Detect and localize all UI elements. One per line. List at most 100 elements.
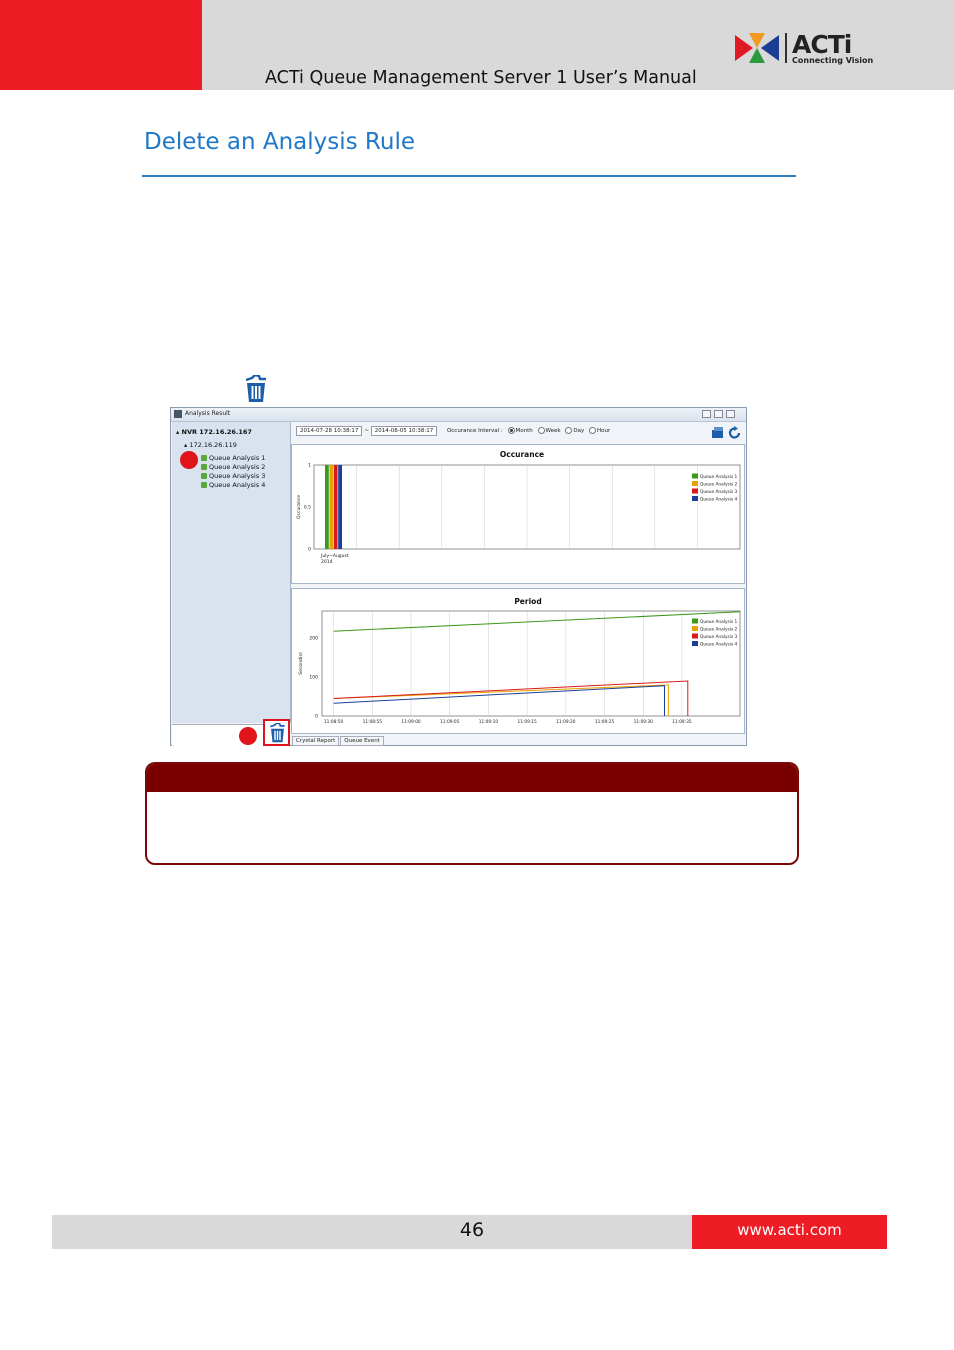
callout-marker — [239, 727, 257, 745]
y-tick-label: 1 — [308, 463, 311, 469]
tab-queue-event[interactable]: Queue Event — [340, 736, 384, 746]
bar — [329, 465, 334, 549]
check-icon — [201, 473, 207, 479]
logo-wordmark: ACTi — [792, 30, 852, 59]
x-tick-label: 11:09:35 — [672, 719, 692, 725]
interval-radio-week[interactable] — [537, 427, 545, 434]
legend-swatch — [692, 618, 698, 624]
tab-crystal-report[interactable]: Crystal Report — [292, 736, 340, 746]
bar — [325, 465, 329, 549]
query-toolbar: 2014-07-28 10:38:17 ~ 2014-08-05 10:38:17… — [296, 426, 610, 436]
interval-radio-month[interactable] — [507, 427, 515, 434]
interval-label-month: Month — [515, 428, 533, 434]
legend-swatch — [692, 641, 698, 646]
app-icon — [174, 410, 182, 418]
close-button[interactable] — [726, 410, 735, 418]
interval-radio-hour[interactable] — [588, 427, 596, 434]
trash-icon — [270, 723, 285, 743]
x-tick-label: 2014 — [321, 559, 333, 565]
occurance-chart: Occurance 0 0.5 1 Occurance July~August2014 Qu… — [291, 444, 745, 584]
x-tick-label: 11:09:10 — [479, 719, 499, 725]
tree-camera-label: 172.16.26.119 — [189, 441, 237, 449]
x-tick-label: 11:08:50 — [324, 719, 344, 725]
y-tick-label: 100 — [309, 675, 318, 681]
range-separator: ~ — [364, 428, 370, 434]
legend-label: Queue Analysis 1 — [700, 619, 738, 625]
header-red-block — [0, 0, 202, 90]
y-axis-label: Occurance — [296, 495, 302, 519]
x-tick-label: 11:09:05 — [440, 719, 460, 725]
export-icon[interactable] — [711, 426, 725, 439]
legend-label: Queue Analysis 1 — [700, 474, 738, 480]
bottom-tabs: Crystal Report Queue Event — [292, 736, 385, 746]
note-box — [145, 762, 799, 865]
section-rule — [142, 175, 796, 177]
chart-title: Period — [514, 597, 541, 606]
y-tick-label: 0 — [308, 547, 311, 553]
interval-radio-day[interactable] — [565, 427, 573, 434]
tree-rule[interactable]: Queue Analysis 1 — [201, 454, 265, 462]
section-title: Delete an Analysis Rule — [144, 129, 416, 155]
manual-title: ACTi Queue Management Server 1 User’s Ma… — [265, 68, 697, 88]
legend-swatch — [692, 488, 698, 494]
tree-rule[interactable]: Queue Analysis 4 — [201, 481, 265, 489]
tree-camera[interactable]: ▴ 172.16.26.119 — [184, 441, 237, 449]
legend-label: Queue Analysis 2 — [700, 627, 738, 633]
window-titlebar: Analysis Result — [171, 408, 746, 422]
acti-logo-icon — [735, 33, 779, 63]
x-tick-label: 11:09:30 — [634, 719, 654, 725]
y-tick-label: 200 — [309, 636, 318, 642]
legend-swatch — [692, 481, 698, 486]
website-link[interactable]: www.acti.com — [692, 1221, 887, 1239]
callout-marker — [180, 451, 198, 469]
tree-nvr[interactable]: ▴ NVR 172.16.26.167 — [176, 428, 252, 436]
legend-label: Queue Analysis 3 — [700, 634, 738, 640]
delete-button-highlight[interactable] — [263, 719, 290, 746]
legend-swatch — [692, 496, 698, 501]
legend-swatch — [692, 626, 698, 631]
x-tick-label: 11:09:00 — [401, 719, 421, 725]
legend-swatch — [692, 473, 698, 479]
rule-label: Queue Analysis 1 — [209, 454, 266, 462]
legend-swatch — [692, 633, 698, 639]
bar — [333, 465, 338, 549]
legend-label: Queue Analysis 2 — [700, 482, 738, 488]
y-axis-label: Second(s) — [298, 652, 304, 675]
interval-label-week: Week — [545, 428, 561, 434]
to-date-picker[interactable]: 2014-08-05 10:38:17 — [370, 426, 438, 436]
analysis-result-window: Analysis Result ▴ NVR 172.16.26.167 ▴ 17… — [170, 407, 747, 746]
period-chart: Period 11:08:50 11:08:55 11:09:00 11:09:05 11… — [291, 588, 745, 734]
x-tick-label: 11:09:15 — [517, 719, 537, 725]
trash-icon — [245, 375, 266, 402]
tree-rule[interactable]: Queue Analysis 3 — [201, 472, 265, 480]
x-tick-label: July~August — [320, 553, 349, 559]
rule-label: Queue Analysis 3 — [209, 472, 266, 480]
check-icon — [201, 464, 207, 470]
bar — [338, 465, 342, 549]
logo-tagline: Connecting Vision — [792, 56, 874, 65]
check-icon — [201, 482, 207, 488]
y-tick-label: 0 — [315, 714, 318, 720]
from-date-picker[interactable]: 2014-07-28 10:38:17 — [296, 426, 363, 436]
x-tick-label: 11:09:20 — [556, 719, 576, 725]
maximize-button[interactable] — [714, 410, 723, 418]
legend-label: Queue Analysis 4 — [700, 642, 738, 648]
rule-label: Queue Analysis 2 — [209, 463, 266, 471]
refresh-icon[interactable] — [728, 426, 742, 440]
chart-title: Occurance — [500, 450, 544, 459]
minimize-button[interactable] — [702, 410, 711, 418]
logo-divider — [785, 33, 787, 63]
x-tick-label: 11:08:55 — [363, 719, 383, 725]
window-title: Analysis Result — [185, 410, 231, 417]
interval-label-day: Day — [573, 428, 585, 434]
check-icon — [201, 455, 207, 461]
tree-rule[interactable]: Queue Analysis 2 — [201, 463, 265, 471]
x-tick-label: 11:09:25 — [595, 719, 615, 725]
legend-label: Queue Analysis 3 — [700, 489, 738, 495]
interval-label-hour: Hour — [596, 428, 611, 434]
y-tick-label: 0.5 — [304, 505, 311, 511]
rule-label: Queue Analysis 4 — [209, 481, 266, 489]
interval-label: Occurance Interval : — [446, 428, 503, 434]
legend-label: Queue Analysis 4 — [700, 497, 738, 503]
note-header — [147, 764, 797, 792]
